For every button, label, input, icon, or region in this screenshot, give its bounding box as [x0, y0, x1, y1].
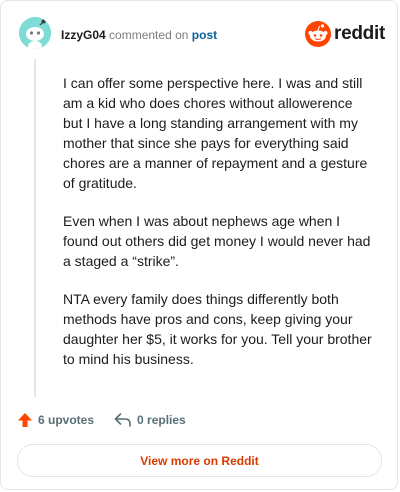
thread-line	[34, 59, 36, 397]
comment-body: I can offer some perspective here. I was…	[63, 73, 373, 387]
comment-footer: 6 upvotes 0 replies	[17, 409, 206, 431]
upvotes-stat[interactable]: 6 upvotes	[17, 412, 94, 428]
comment-meta: IzzyG04 commented on post	[61, 27, 217, 43]
post-link[interactable]: post	[192, 28, 217, 42]
username[interactable]: IzzyG04	[61, 28, 106, 42]
comment-paragraph: NTA every family does things differently…	[63, 291, 372, 367]
reply-icon	[114, 413, 131, 427]
action-text: commented on	[109, 28, 189, 42]
logo-text: reddit	[334, 23, 385, 44]
replies-stat[interactable]: 0 replies	[114, 412, 186, 428]
view-more-button[interactable]: View more on Reddit	[17, 444, 382, 477]
upvotes-count: 6 upvotes	[38, 413, 95, 427]
comment-card: IzzyG04 commented on post reddit I can o…	[0, 0, 398, 490]
comment-paragraph: I can offer some perspective here. I was…	[63, 75, 368, 191]
comment-paragraph: Even when I was about nephews age when I…	[63, 213, 371, 269]
comment-header: IzzyG04 commented on post reddit	[15, 15, 387, 53]
reddit-logo[interactable]: reddit	[305, 20, 385, 48]
avatar[interactable]	[19, 17, 51, 49]
snoo-icon	[305, 21, 332, 47]
replies-count: 0 replies	[137, 413, 186, 427]
upvote-arrow-icon	[18, 413, 32, 427]
snoo-avatar-icon	[19, 17, 51, 49]
